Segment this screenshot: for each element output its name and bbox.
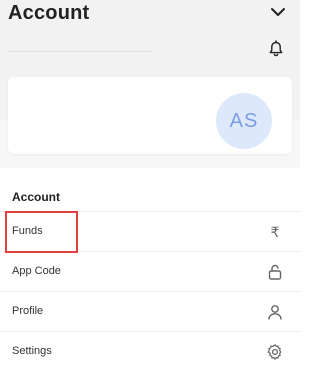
list-item-label: App Code — [12, 265, 61, 277]
avatar[interactable]: AS — [216, 93, 272, 149]
account-screen: Account AS Account Funds ₹ App Code Prof… — [0, 0, 300, 370]
profile-card[interactable]: AS — [8, 77, 292, 154]
section-title-account: Account — [12, 190, 60, 204]
subtitle-divider — [8, 51, 153, 52]
user-icon — [268, 305, 282, 320]
lock-open-icon — [268, 264, 282, 280]
list-item-label: Settings — [12, 345, 52, 357]
funds-highlight-box — [5, 211, 78, 253]
gear-icon — [267, 344, 282, 360]
list-item-app-code[interactable]: App Code — [0, 251, 300, 291]
bell-icon[interactable] — [267, 40, 285, 58]
list-item-profile[interactable]: Profile — [0, 291, 300, 331]
page-title: Account — [8, 2, 90, 24]
list-item-settings[interactable]: Settings — [0, 331, 300, 370]
chevron-down-icon[interactable] — [270, 6, 286, 18]
rupee-icon: ₹ — [270, 224, 280, 240]
list-item-label: Profile — [12, 305, 44, 317]
